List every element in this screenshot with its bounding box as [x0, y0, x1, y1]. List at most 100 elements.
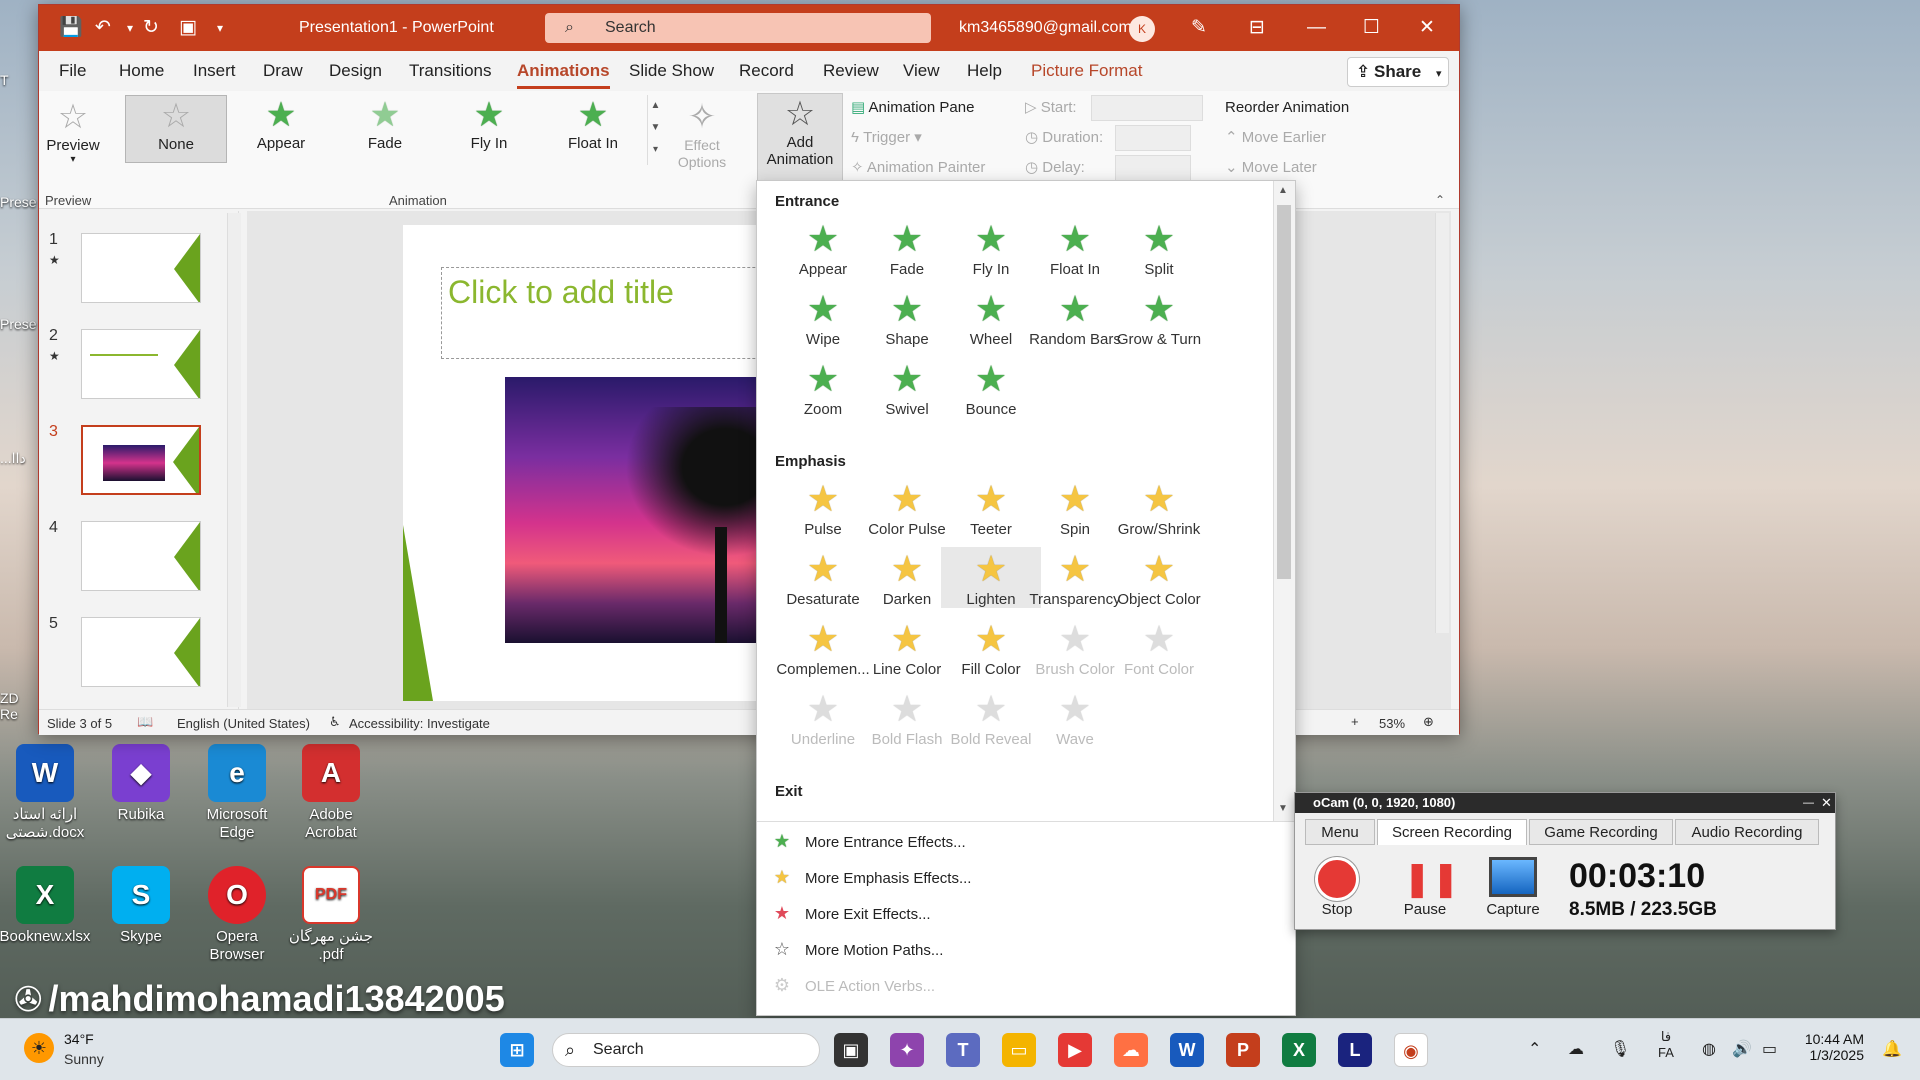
- word-icon[interactable]: W: [1170, 1033, 1204, 1067]
- tab-animations[interactable]: Animations: [517, 61, 610, 89]
- file-explorer-icon[interactable]: ▭: [1002, 1033, 1036, 1067]
- ocam-taskbar-icon[interactable]: ◉: [1394, 1033, 1428, 1067]
- effect-split[interactable]: ★ Split: [1109, 217, 1209, 278]
- fit-slide-icon[interactable]: ⊕: [1423, 714, 1434, 730]
- tab-record[interactable]: Record: [739, 61, 794, 81]
- tab-draw[interactable]: Draw: [263, 61, 303, 81]
- redo-icon[interactable]: ↻: [143, 17, 159, 39]
- scroll-down-icon[interactable]: ▼: [1278, 803, 1288, 814]
- microphone-icon[interactable]: 🎙: [1610, 1039, 1630, 1059]
- desktop-icon-skype[interactable]: S Skype: [92, 866, 190, 946]
- desktop-icon-edge[interactable]: e Microsoft Edge: [188, 744, 286, 842]
- tab-picture-format[interactable]: Picture Format: [1031, 61, 1142, 81]
- excel-icon[interactable]: X: [1282, 1033, 1316, 1067]
- teams-icon[interactable]: T: [946, 1033, 980, 1067]
- present-icon[interactable]: ▣: [179, 17, 197, 39]
- gallery-fly-in[interactable]: ★ Fly In: [439, 95, 539, 152]
- preview-button[interactable]: ☆ Preview ▾: [43, 97, 103, 165]
- copilot-icon[interactable]: ✦: [890, 1033, 924, 1067]
- more-emphasis-effects[interactable]: ★ More Emphasis Effects...: [771, 867, 972, 888]
- notification-icon[interactable]: 🔔: [1882, 1039, 1902, 1059]
- customize-qat-icon[interactable]: ▾: [217, 17, 223, 39]
- collapse-ribbon-icon[interactable]: ⌃: [1435, 193, 1445, 207]
- pause-button[interactable]: ❚❚ Pause: [1393, 857, 1460, 918]
- desktop-icon-excel-doc[interactable]: X Booknew.xlsx: [0, 866, 94, 946]
- add-animation-button[interactable]: ☆ Add Animation: [757, 93, 843, 181]
- tab-transitions[interactable]: Transitions: [409, 61, 492, 81]
- volume-icon[interactable]: 🔊: [1732, 1039, 1752, 1059]
- slide-thumbnail-5[interactable]: [81, 617, 201, 687]
- effect-bounce[interactable]: ★ Bounce: [941, 357, 1041, 418]
- more-exit-effects[interactable]: ★ More Exit Effects...: [771, 903, 931, 924]
- thumbnail-scrollbar[interactable]: [227, 213, 241, 707]
- gallery-scroll[interactable]: ▲ ▼ ▾: [647, 95, 663, 165]
- windows-start-icon[interactable]: ⊞: [500, 1033, 534, 1067]
- zoom-in-icon[interactable]: +: [1351, 714, 1359, 729]
- effect-options-button[interactable]: ✧ Effect Options: [667, 97, 737, 171]
- start-field[interactable]: ▷ Start:: [1025, 95, 1203, 121]
- trigger-button[interactable]: ϟ Trigger ▾: [851, 129, 922, 147]
- avatar[interactable]: K: [1129, 16, 1155, 42]
- save-icon[interactable]: 💾: [59, 17, 83, 39]
- pen-icon[interactable]: ✎: [1191, 17, 1207, 39]
- account-email[interactable]: km3465890@gmail.com: [959, 17, 1132, 39]
- move-later-button[interactable]: ⌄ Move Later: [1225, 159, 1317, 177]
- undo-icon[interactable]: ↶: [95, 17, 111, 39]
- capture-button[interactable]: Capture: [1481, 857, 1545, 918]
- tab-file[interactable]: File: [59, 61, 86, 81]
- zoom-level[interactable]: 53%: [1379, 716, 1405, 731]
- ocam-tab-audio-recording[interactable]: Audio Recording: [1675, 819, 1819, 845]
- tab-view[interactable]: View: [903, 61, 940, 81]
- effect-object-color[interactable]: ★ Object Color: [1109, 547, 1209, 608]
- accessibility-status[interactable]: Accessibility: Investigate: [349, 716, 490, 731]
- l-app-icon[interactable]: L: [1338, 1033, 1372, 1067]
- close-icon[interactable]: ✕: [1419, 17, 1435, 39]
- slide-thumbnail-4[interactable]: [81, 521, 201, 591]
- more-motion-paths[interactable]: ☆ More Motion Paths...: [771, 939, 943, 960]
- language-indicator[interactable]: English (United States): [177, 716, 310, 731]
- tab-insert[interactable]: Insert: [193, 61, 236, 81]
- share-button[interactable]: ⇪ Share ▾: [1347, 57, 1449, 87]
- gallery-fade[interactable]: ★ Fade: [335, 95, 435, 152]
- undo-dropdown-icon[interactable]: ▾: [127, 17, 133, 39]
- clock[interactable]: 10:44 AM 1/3/2025: [1800, 1031, 1864, 1063]
- cloud-off-icon[interactable]: ☁: [1568, 1039, 1584, 1059]
- taskbar-search[interactable]: ⌕ Search: [552, 1033, 820, 1067]
- weather-temp[interactable]: 34°F: [64, 1031, 94, 1047]
- tab-slide-show[interactable]: Slide Show: [629, 61, 714, 81]
- desktop-icon-word-doc[interactable]: W ارائه استاد شصتی.docx: [0, 744, 94, 842]
- gallery-float-in[interactable]: ★ Float In: [543, 95, 643, 152]
- ocam-tab-game-recording[interactable]: Game Recording: [1529, 819, 1673, 845]
- cloud-app-icon[interactable]: ☁: [1114, 1033, 1148, 1067]
- scroll-thumb[interactable]: [1277, 205, 1291, 579]
- ribbon-display-icon[interactable]: ⊟: [1249, 17, 1265, 39]
- tab-review[interactable]: Review: [823, 61, 879, 81]
- search-input[interactable]: ⌕ Search: [545, 13, 931, 43]
- animation-pane-button[interactable]: ▤ Animation Pane: [851, 99, 974, 117]
- close-icon[interactable]: ✕: [1821, 793, 1832, 813]
- dropdown-scrollbar[interactable]: ▲ ▼: [1273, 181, 1295, 821]
- battery-icon[interactable]: ▭: [1762, 1039, 1777, 1059]
- maximize-icon[interactable]: ☐: [1363, 17, 1380, 39]
- slide-thumbnail-3[interactable]: [81, 425, 201, 495]
- effect-grow-shrink[interactable]: ★ Grow/Shrink: [1109, 477, 1209, 538]
- weather-desc[interactable]: Sunny: [64, 1051, 104, 1067]
- desktop-icon-opera[interactable]: O Opera Browser: [188, 866, 286, 964]
- more-entrance-effects[interactable]: ★ More Entrance Effects...: [771, 831, 966, 852]
- minimize-icon[interactable]: —: [1803, 793, 1814, 813]
- effect-grow-turn[interactable]: ★ Grow & Turn: [1109, 287, 1209, 348]
- slide-scrollbar[interactable]: [1435, 213, 1449, 633]
- minimize-icon[interactable]: —: [1307, 17, 1326, 39]
- desktop-icon-pdf-doc[interactable]: PDF جشن مهرگان .pdf: [282, 866, 380, 964]
- tab-home[interactable]: Home: [119, 61, 164, 81]
- globe-icon[interactable]: ◍: [1702, 1039, 1716, 1059]
- ocam-tab-menu[interactable]: Menu: [1305, 819, 1375, 845]
- animation-painter-button[interactable]: ✧ Animation Painter: [851, 159, 985, 177]
- tab-design[interactable]: Design: [329, 61, 382, 81]
- desktop-icon-rubika[interactable]: ◆ Rubika: [92, 744, 190, 824]
- slide-thumbnail-1[interactable]: [81, 233, 201, 303]
- tab-help[interactable]: Help: [967, 61, 1002, 81]
- youtube-icon[interactable]: ▶: [1058, 1033, 1092, 1067]
- slide-thumbnail-2[interactable]: [81, 329, 201, 399]
- gallery-appear[interactable]: ★ Appear: [231, 95, 331, 152]
